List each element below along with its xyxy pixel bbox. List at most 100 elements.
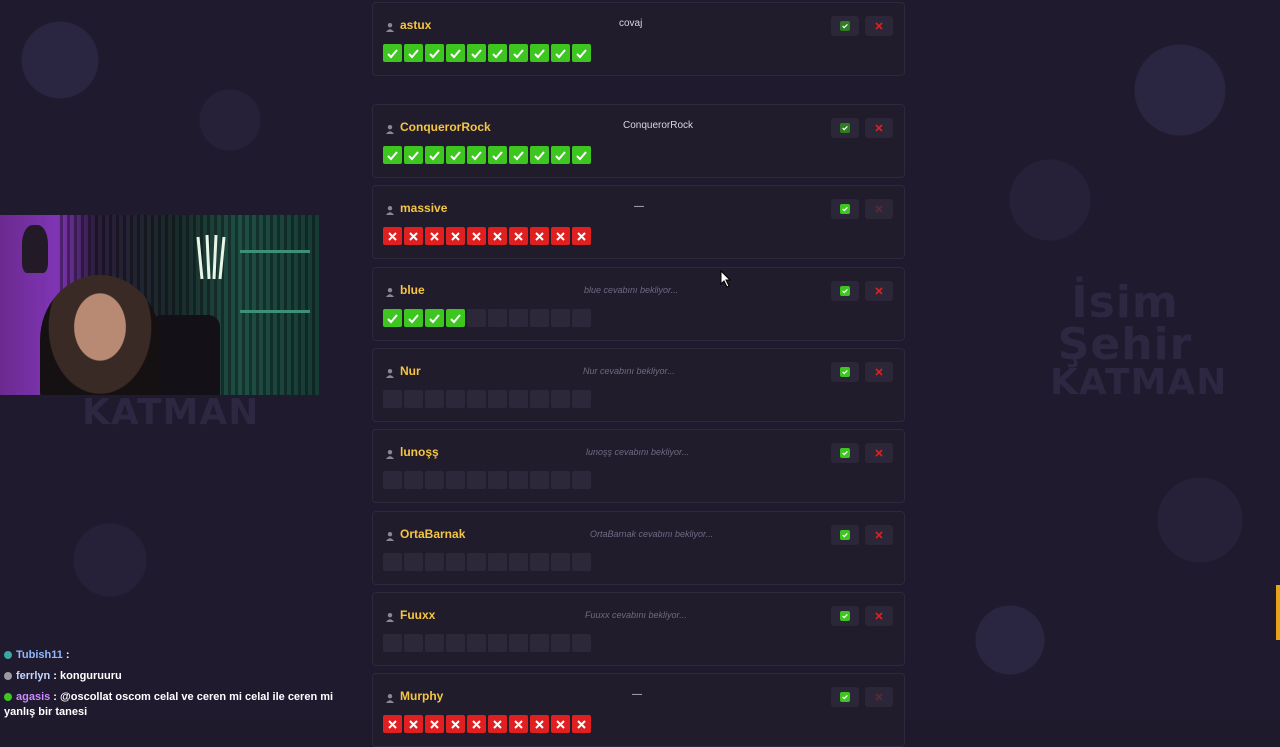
user-icon <box>385 609 395 622</box>
checkmark-icon <box>840 448 850 458</box>
accept-button[interactable] <box>831 525 859 545</box>
reject-button[interactable] <box>865 443 893 463</box>
accept-button[interactable] <box>831 362 859 382</box>
player-name: Nur <box>400 364 421 378</box>
close-icon <box>874 204 884 214</box>
accept-button[interactable] <box>831 606 859 626</box>
round-empty-slot <box>425 634 444 652</box>
player-answer: blue cevabını bekliyor... <box>584 285 679 295</box>
webcam-bust <box>22 225 48 273</box>
checkmark-icon <box>840 530 850 540</box>
player-answer: — <box>632 689 642 700</box>
scroll-indicator[interactable] <box>1276 585 1280 640</box>
player-name: astux <box>400 18 432 32</box>
webcam-chair <box>150 315 220 395</box>
chat-username[interactable]: ferrlyn <box>16 670 50 682</box>
accept-button[interactable] <box>831 443 859 463</box>
close-icon <box>874 448 884 458</box>
mouse-cursor-icon <box>720 270 732 288</box>
round-empty-slot <box>551 471 570 489</box>
round-correct-icon <box>509 44 528 62</box>
player-name: massive <box>400 201 448 215</box>
user-icon <box>385 121 395 134</box>
round-correct-icon <box>404 146 423 164</box>
round-wrong-icon <box>446 715 465 733</box>
round-wrong-icon <box>530 227 549 245</box>
chat-separator: : <box>62 649 70 661</box>
reject-button[interactable] <box>865 16 893 36</box>
round-wrong-icon <box>488 227 507 245</box>
player-card: blue blue cevabını bekliyor... <box>372 267 905 341</box>
round-empty-slot <box>446 634 465 652</box>
user-icon <box>385 365 395 378</box>
player-name: OrtaBarnak <box>400 527 466 541</box>
chat-separator: : <box>50 691 61 703</box>
reject-button[interactable] <box>865 525 893 545</box>
round-correct-icon <box>488 146 507 164</box>
round-empty-slot <box>488 471 507 489</box>
chat-badge-icon <box>4 672 12 681</box>
player-name: ConquerorRock <box>400 120 491 134</box>
reject-button[interactable] <box>865 606 893 626</box>
round-empty-slot <box>446 553 465 571</box>
round-empty-slot <box>383 390 402 408</box>
accept-button[interactable] <box>831 118 859 138</box>
round-empty-slot <box>530 634 549 652</box>
watermark-left: KATMAN <box>82 392 260 433</box>
round-empty-slot <box>404 553 423 571</box>
round-wrong-icon <box>446 227 465 245</box>
player-answer: ConquerorRock <box>623 120 694 131</box>
accept-button[interactable] <box>831 199 859 219</box>
checkmark-icon <box>840 21 850 31</box>
user-icon <box>385 19 395 32</box>
webcam-person <box>40 275 160 395</box>
round-empty-slot <box>488 553 507 571</box>
close-icon <box>874 367 884 377</box>
round-correct-icon <box>467 146 486 164</box>
round-correct-icon <box>446 309 465 327</box>
round-wrong-icon <box>404 715 423 733</box>
close-icon <box>874 530 884 540</box>
round-correct-icon <box>425 44 444 62</box>
round-correct-icon <box>572 146 591 164</box>
chat-username[interactable]: agasis <box>16 691 50 703</box>
round-empty-slot <box>446 390 465 408</box>
round-empty-slot <box>425 553 444 571</box>
round-correct-icon <box>404 309 423 327</box>
reject-button[interactable] <box>865 281 893 301</box>
player-answer: lunoşş cevabını bekliyor... <box>586 447 690 457</box>
close-icon <box>874 611 884 621</box>
round-empty-slot <box>509 390 528 408</box>
accept-button[interactable] <box>831 281 859 301</box>
chat-text: konguruuru <box>60 670 122 682</box>
chat-badge-icon <box>4 651 12 660</box>
round-wrong-icon <box>530 715 549 733</box>
round-empty-slot <box>509 634 528 652</box>
webcam-shelf <box>240 310 310 313</box>
round-empty-slot <box>446 471 465 489</box>
accept-button[interactable] <box>831 16 859 36</box>
round-empty-slot <box>404 390 423 408</box>
round-correct-icon <box>404 44 423 62</box>
round-wrong-icon <box>509 715 528 733</box>
round-empty-slot <box>551 634 570 652</box>
chat-username[interactable]: Tubish11 <box>16 649 63 661</box>
player-answer: Nur cevabını bekliyor... <box>583 366 675 376</box>
watermark-line-1: İsim <box>1071 277 1179 328</box>
reject-button[interactable] <box>865 199 893 219</box>
round-wrong-icon <box>383 715 402 733</box>
reject-button[interactable] <box>865 118 893 138</box>
player-name: Murphy <box>400 689 444 703</box>
user-icon <box>385 690 395 703</box>
round-correct-icon <box>383 146 402 164</box>
chat-badge-icon <box>4 693 12 702</box>
reject-button[interactable] <box>865 362 893 382</box>
accept-button[interactable] <box>831 687 859 707</box>
reject-button[interactable] <box>865 687 893 707</box>
round-results <box>383 634 591 652</box>
round-wrong-icon <box>383 227 402 245</box>
close-icon <box>874 692 884 702</box>
watermark-right: İsim Şehir KATMAN <box>1050 277 1226 401</box>
round-empty-slot <box>383 553 402 571</box>
webcam-overlay <box>0 215 320 395</box>
